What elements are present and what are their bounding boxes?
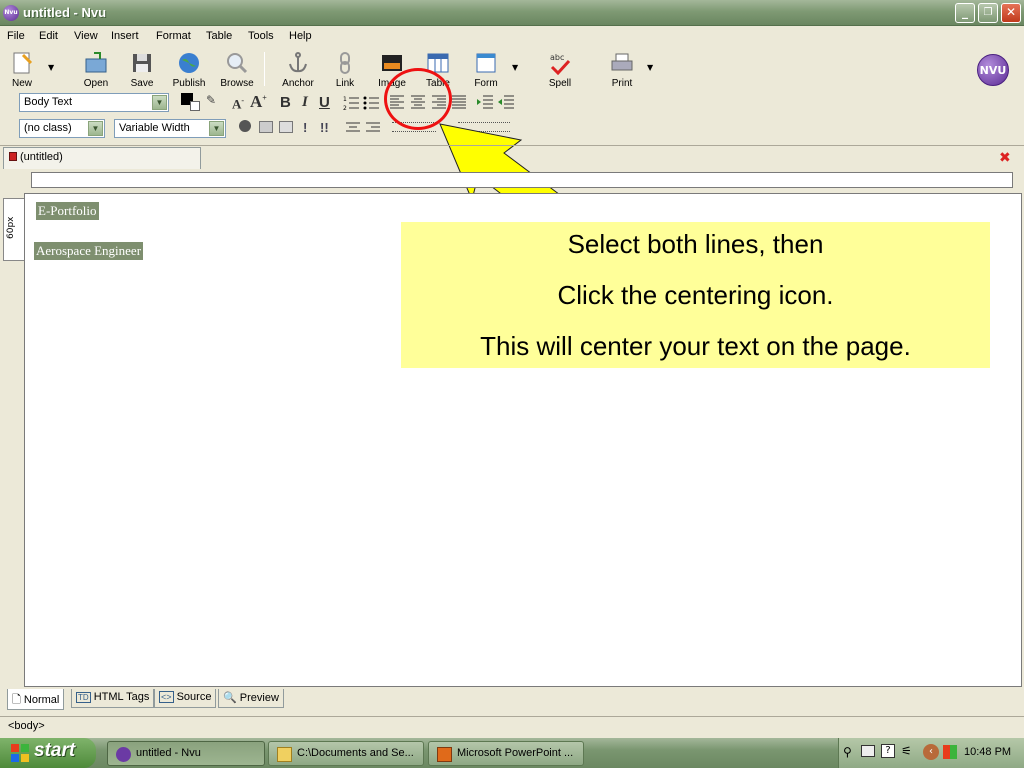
ruler-bar [31,172,1013,188]
task-powerpoint[interactable]: Microsoft PowerPoint ... [428,741,584,766]
volume-icon[interactable]: ⚟ [901,744,912,758]
tab-html-tags-label: HTML Tags [93,691,150,703]
tag-body-button[interactable]: <body> [8,720,45,732]
task-nvu[interactable]: untitled - Nvu [107,741,265,766]
td-icon: TD [76,692,91,703]
network-icon[interactable]: ⚲ [843,745,852,759]
document-line-subtitle[interactable]: Aerospace Engineer [34,242,144,260]
callout-line-3: This will center your text on the page. [480,331,911,361]
folder-icon [277,747,292,762]
instruction-callout: Select both lines, then Click the center… [401,222,990,368]
powerpoint-icon [437,747,452,762]
tab-preview-label: Preview [239,692,279,704]
task-powerpoint-label: Microsoft PowerPoint ... [457,747,574,759]
flag-icon[interactable] [943,745,957,759]
document-modified-icon [9,152,17,161]
tab-normal[interactable]: 🗋 Normal [7,689,65,710]
page-icon: 🗋 [12,694,24,706]
close-tab-icon[interactable]: ✖ [999,150,1011,166]
help-icon[interactable]: ? [881,744,895,758]
tab-source[interactable]: <> Source [154,689,217,708]
tab-normal-label: Normal [23,694,60,706]
chevron-left-icon[interactable]: ‹ [923,744,939,760]
document-tab[interactable]: (untitled) [3,147,201,169]
tab-source-label: Source [176,691,212,703]
task-explorer-label: C:\Documents and Se... [297,747,414,759]
document-tab-label: (untitled) [20,151,63,163]
tab-preview[interactable]: 🔍 Preview [218,689,284,708]
clock[interactable]: 10:48 PM [964,746,1011,758]
monitor-icon[interactable] [861,745,875,757]
magnifier-icon: 🔍 [223,692,237,704]
callout-line-2: Click the centering icon. [557,280,834,310]
tab-html-tags[interactable]: TD HTML Tags [71,689,155,708]
side-ruler-tab[interactable]: 60px [3,198,24,261]
windows-flag-icon [11,744,29,762]
document-line-title[interactable]: E-Portfolio [36,202,99,220]
callout-line-1: Select both lines, then [567,229,824,259]
source-icon: <> [159,691,174,703]
task-explorer[interactable]: C:\Documents and Se... [268,741,424,766]
nvu-icon [116,747,131,762]
status-bar: <body> [0,716,1024,738]
side-ruler-label: 60px [6,216,16,240]
task-nvu-label: untitled - Nvu [136,747,201,759]
